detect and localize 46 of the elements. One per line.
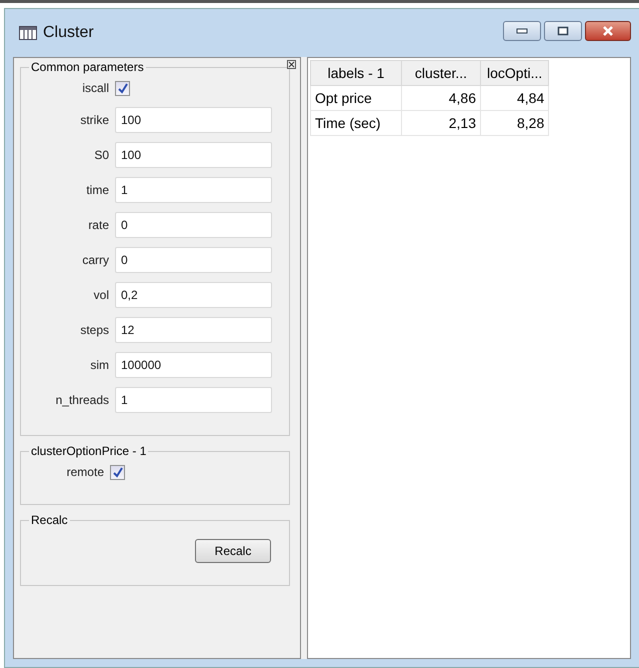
minimize-icon xyxy=(516,28,528,34)
field-label: carry xyxy=(81,252,109,266)
input-field[interactable]: 0,2 xyxy=(115,282,272,308)
table-cell: 4,86 xyxy=(402,86,480,110)
field-label: time xyxy=(85,182,109,196)
field-label: strike xyxy=(79,112,109,126)
table-cell: Time (sec) xyxy=(310,110,402,136)
checkbox-label: iscall xyxy=(81,81,109,95)
field-label: n_threads xyxy=(54,392,109,406)
field-label: sim xyxy=(89,358,109,372)
group-title: clusterOptionPrice - 1 xyxy=(30,444,148,458)
check-icon xyxy=(112,466,123,478)
table-cell: Opt price xyxy=(310,86,402,110)
recalc-button[interactable]: Recalc xyxy=(195,539,271,563)
input-field[interactable]: 1 xyxy=(115,386,272,412)
field-label: steps xyxy=(79,322,109,336)
checkbox[interactable] xyxy=(110,464,125,480)
input-field[interactable]: 1 xyxy=(115,176,272,202)
close-button[interactable] xyxy=(585,21,631,41)
table-icon xyxy=(19,26,37,40)
checkbox[interactable] xyxy=(115,80,130,96)
field-label: S0 xyxy=(93,148,109,162)
table-cell: 8,28 xyxy=(480,110,549,136)
column-header[interactable]: cluster... xyxy=(402,60,480,86)
check-icon xyxy=(117,82,128,94)
column-header[interactable]: labels - 1 xyxy=(310,60,402,86)
column-header[interactable]: locOpti... xyxy=(480,60,549,86)
input-field[interactable]: 12 xyxy=(115,316,272,342)
table-cell: 4,84 xyxy=(480,86,549,110)
group-title: Common parameters xyxy=(30,60,145,74)
input-field[interactable]: 0 xyxy=(115,246,272,272)
input-field[interactable]: 100 xyxy=(115,142,272,168)
checkbox-label: remote xyxy=(66,465,104,479)
close-icon xyxy=(601,26,615,36)
group-title: Recalc xyxy=(30,513,69,527)
window-title: Cluster xyxy=(43,24,94,42)
input-field[interactable]: 0 xyxy=(115,212,272,238)
input-field[interactable]: 100000 xyxy=(115,352,272,378)
input-field[interactable]: 100 xyxy=(115,106,272,132)
table-cell: 2,13 xyxy=(402,110,480,136)
field-label: vol xyxy=(92,288,109,302)
minimize-button[interactable] xyxy=(503,21,541,41)
field-label: rate xyxy=(87,218,109,232)
maximize-button[interactable] xyxy=(544,21,582,41)
collapse-icon[interactable] xyxy=(287,60,296,69)
maximize-icon xyxy=(557,26,569,36)
